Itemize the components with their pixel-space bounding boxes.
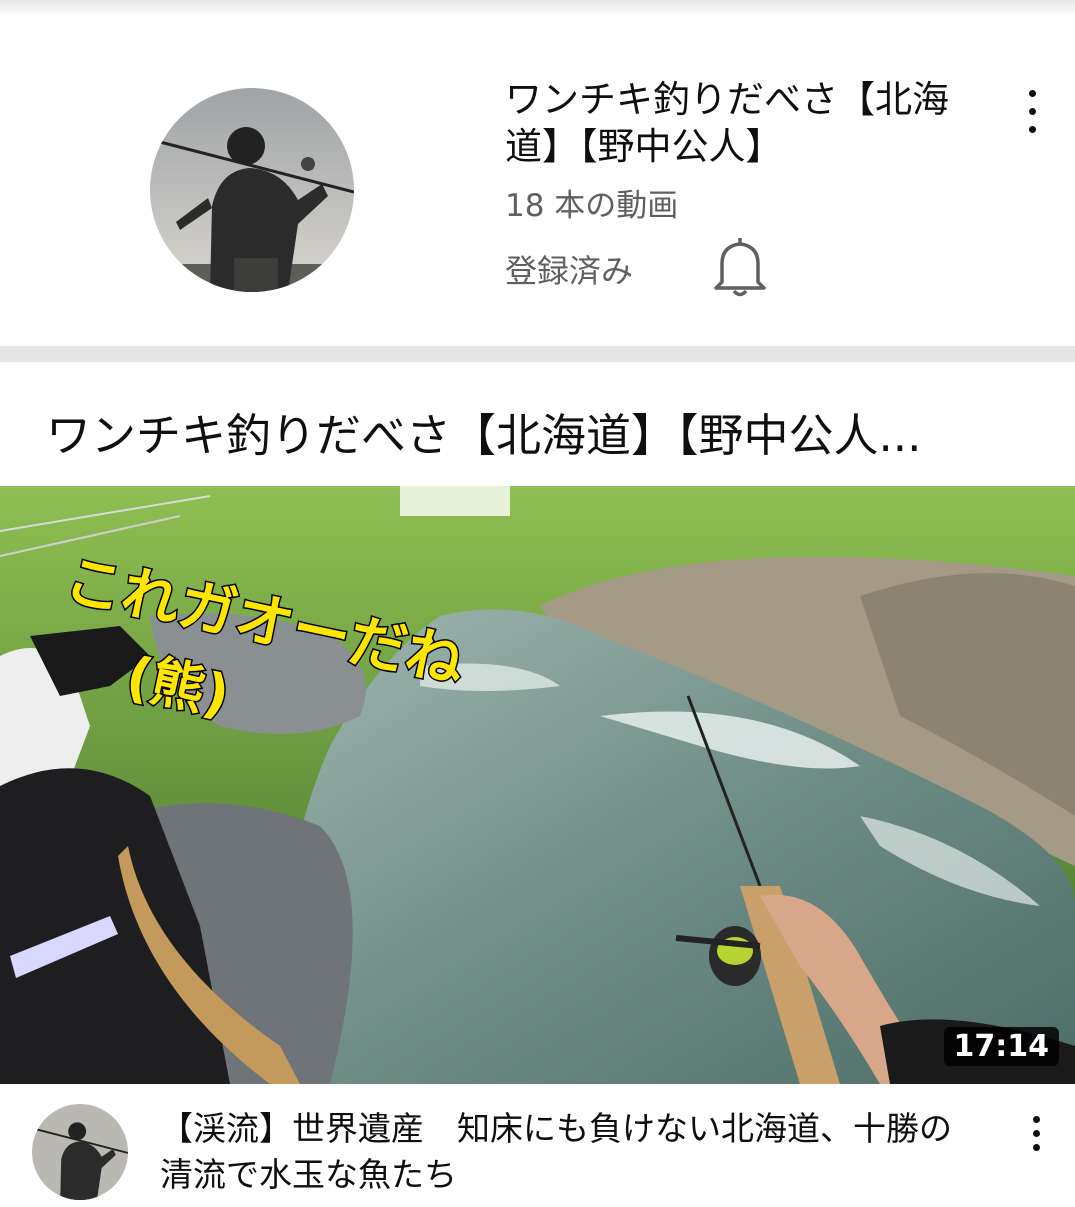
channel-header[interactable]: ワンチキ釣りだべさ【北海道】【野中公人】 18 本の動画 登録済み (0, 16, 1075, 346)
video-count: 18 本の動画 (505, 188, 679, 224)
top-shadow (0, 0, 1075, 16)
section-divider (0, 346, 1075, 362)
duration-badge: 17:14 (943, 1027, 1059, 1066)
video-channel-avatar[interactable] (32, 1104, 128, 1200)
more-vert-icon[interactable] (1012, 82, 1052, 142)
video-thumbnail[interactable]: これガオーだね (熊) 17:14 (0, 486, 1075, 1084)
channel-name[interactable]: ワンチキ釣りだべさ【北海道】【野中公人】 (505, 76, 975, 170)
bell-icon[interactable] (712, 236, 768, 298)
channel-avatar[interactable] (150, 88, 354, 292)
video-title[interactable]: 【渓流】世界遺産 知床にも負けない北海道、十勝の清流で水玉な魚たち (160, 1106, 980, 1198)
subscribe-status[interactable]: 登録済み (505, 246, 633, 292)
video-more-vert-icon[interactable] (1016, 1110, 1056, 1170)
playlist-title[interactable]: ワンチキ釣りだべさ【北海道】【野中公人... (46, 408, 1046, 464)
